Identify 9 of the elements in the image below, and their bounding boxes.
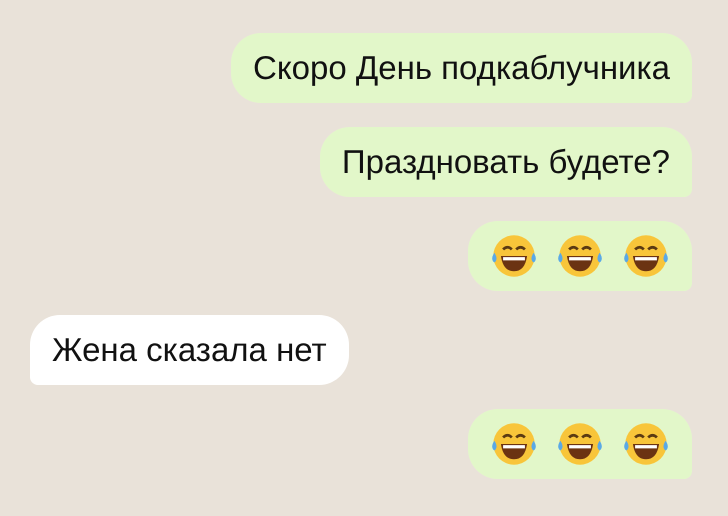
laughing-face-icon: [556, 421, 604, 467]
laughing-face-icon: [622, 233, 670, 279]
message-text: Скоро День подкаблучника: [253, 49, 670, 87]
laughing-face-icon: [490, 233, 538, 279]
laughing-face-icon: [556, 233, 604, 279]
laughing-face-icon: [622, 421, 670, 467]
message-text: Жена сказала нет: [52, 331, 327, 369]
laughing-face-icon: [490, 421, 538, 467]
message-text: Праздновать будете?: [342, 143, 670, 181]
